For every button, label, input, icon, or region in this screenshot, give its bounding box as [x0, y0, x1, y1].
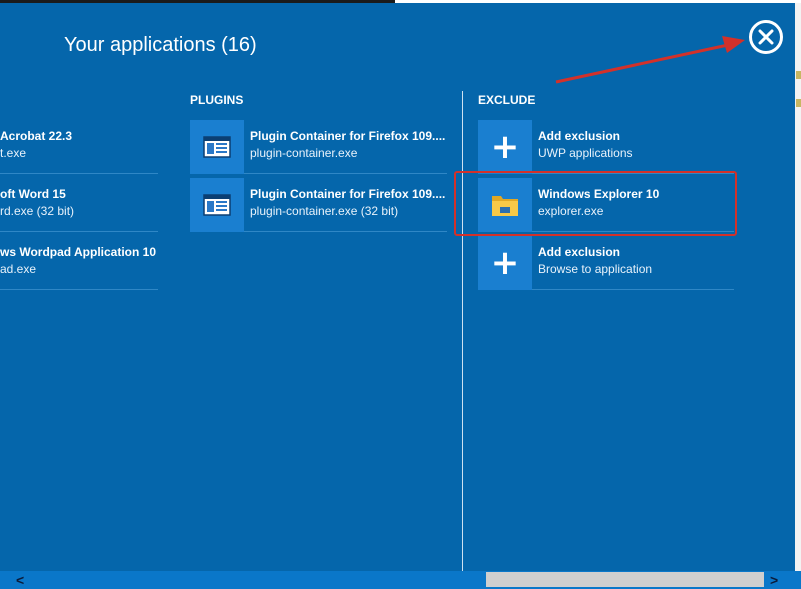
annotation-arrow [555, 36, 745, 84]
exclude-heading: EXCLUDE [478, 93, 536, 107]
scrollbar-thumb[interactable] [486, 572, 764, 587]
item-file: ad.exe [0, 262, 37, 276]
item-name: Add exclusion [538, 129, 621, 143]
item-file: Browse to application [538, 262, 653, 276]
item-file: rd.exe (32 bit) [0, 204, 75, 218]
highlight-box [454, 171, 737, 236]
horizontal-scrollbar[interactable]: < > [0, 571, 801, 589]
item-name: Acrobat 22.3 [0, 129, 73, 143]
item-file: t.exe [0, 146, 27, 160]
plus-icon: + [490, 127, 520, 167]
background-window-right [795, 3, 801, 573]
list-item[interactable]: ws Wordpad Application 10 ad.exe [0, 236, 158, 294]
add-exclusion-uwp-button[interactable]: + Add exclusion UWP applications [478, 120, 734, 178]
close-button[interactable] [749, 20, 783, 54]
plugin-window-icon [190, 178, 244, 232]
item-name: ws Wordpad Application 10 [0, 245, 157, 259]
plugin-item[interactable]: Plugin Container for Firefox 109.... plu… [190, 178, 447, 236]
scroll-right-arrow[interactable]: > [770, 571, 782, 589]
item-file: plugin-container.exe (32 bit) [250, 204, 399, 218]
page-title: Your applications (16) [64, 34, 257, 56]
item-name: oft Word 15 [0, 187, 66, 201]
list-item[interactable]: Acrobat 22.3 t.exe [0, 120, 158, 178]
plugins-heading: PLUGINS [190, 93, 244, 107]
plugin-item[interactable]: Plugin Container for Firefox 109.... plu… [190, 120, 447, 178]
close-icon [758, 29, 774, 45]
item-name: Plugin Container for Firefox 109.... [250, 129, 446, 143]
add-exclusion-browse-button[interactable]: + Add exclusion Browse to application [478, 236, 734, 294]
plus-icon: + [490, 243, 520, 283]
item-file: UWP applications [538, 146, 633, 160]
list-item[interactable]: oft Word 15 rd.exe (32 bit) [0, 178, 158, 236]
plugin-window-icon [190, 120, 244, 174]
item-name: Add exclusion [538, 245, 621, 259]
item-name: Plugin Container for Firefox 109.... [250, 187, 446, 201]
applications-panel: Your applications (16) Acrobat 22.3 t.ex… [0, 3, 795, 571]
scroll-left-arrow[interactable]: < [16, 571, 28, 589]
item-file: plugin-container.exe [250, 146, 358, 160]
column-divider [462, 91, 463, 571]
